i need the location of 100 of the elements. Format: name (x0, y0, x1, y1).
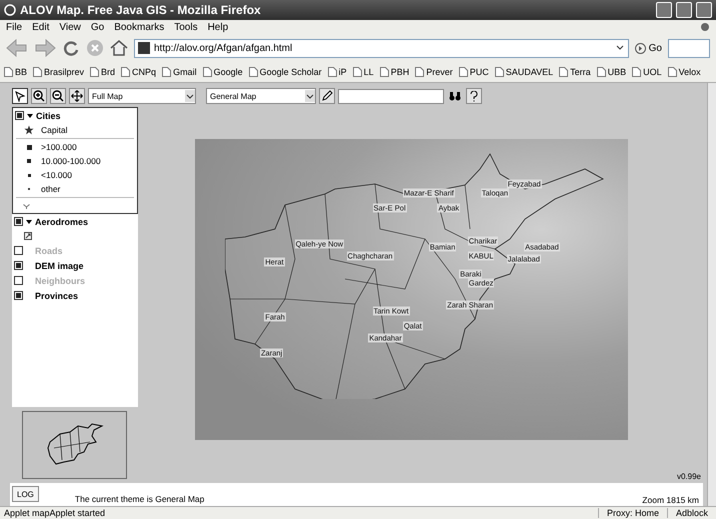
bookmark-item[interactable]: UBB (596, 67, 626, 77)
page-icon (202, 67, 212, 77)
layer-checkbox[interactable] (14, 291, 23, 300)
map-tool-button[interactable] (69, 88, 85, 104)
layer-checkbox[interactable] (15, 111, 24, 120)
search-field[interactable] (338, 88, 444, 104)
throbber-icon (700, 22, 710, 32)
page-icon (162, 67, 172, 77)
binoculars-icon (449, 91, 461, 101)
map-tool-button[interactable] (50, 88, 66, 104)
bookmark-item[interactable]: BB (4, 67, 28, 77)
star-icon (24, 125, 34, 135)
square-marker-icon (28, 174, 30, 176)
map-tool-button[interactable] (31, 88, 47, 104)
adblock-status[interactable]: Adblock (666, 508, 716, 518)
window-title: ALOV Map. Free Java GIS - Mozilla Firefox (20, 3, 262, 17)
menu-item[interactable]: Bookmarks (114, 22, 164, 32)
pan-icon (71, 90, 83, 102)
bookmark-item[interactable]: LL (352, 67, 374, 77)
square-marker-icon (27, 159, 31, 163)
bookmark-item[interactable]: Prever (415, 67, 453, 77)
bookmark-item[interactable]: Brd (90, 67, 116, 77)
address-field[interactable]: http://alov.org/Afgan/afgan.html (134, 38, 629, 58)
pencil-icon (321, 90, 333, 102)
menu-item[interactable]: Help (208, 22, 228, 32)
page-icon (458, 67, 468, 77)
home-icon[interactable] (110, 39, 128, 57)
menu-item[interactable]: Go (90, 22, 104, 32)
bookmark-item[interactable]: Google Scholar (248, 67, 322, 77)
page-icon (121, 67, 130, 77)
bookmark-item[interactable]: Brasilprev (33, 67, 84, 77)
question-mark-icon (470, 90, 478, 102)
extent-dropdown[interactable]: Full Map (88, 88, 196, 104)
close-button[interactable] (696, 2, 712, 18)
pointer-icon (14, 90, 26, 102)
page-icon (668, 67, 677, 77)
overview-map[interactable] (22, 411, 127, 479)
legend-label: >100.000 (41, 142, 77, 152)
log-button[interactable]: LOG (12, 486, 39, 502)
layer-checkbox[interactable] (14, 261, 23, 270)
page-icon (248, 67, 258, 77)
browser-logo-icon (4, 4, 16, 16)
minimize-button[interactable] (656, 2, 672, 18)
page-icon (596, 67, 606, 77)
edit-button[interactable] (319, 88, 335, 104)
theme-dropdown[interactable]: General Map (206, 88, 316, 104)
expanded-triangle-icon[interactable] (26, 218, 32, 224)
status-text: Applet mapApplet started (3, 508, 106, 518)
square-marker-icon (26, 144, 32, 150)
page-icon (352, 67, 362, 77)
dot-marker-icon (28, 188, 30, 190)
scrollbar[interactable] (707, 83, 716, 506)
bookmark-item[interactable]: iP (328, 67, 347, 77)
bookmark-item[interactable]: PUC (458, 67, 489, 77)
page-icon (380, 67, 389, 77)
bookmark-item[interactable]: PBH (380, 67, 410, 77)
zoom-out-icon (52, 90, 64, 102)
help-button[interactable] (466, 88, 482, 104)
layer-checkbox[interactable] (14, 246, 23, 255)
version-label: v0.99e (676, 472, 701, 481)
menu-item[interactable]: View (59, 22, 81, 32)
airport-icon (24, 232, 32, 240)
layer-name: Aerodromes (35, 216, 88, 226)
page-icon (4, 67, 13, 77)
bookmark-item[interactable]: CNPq (121, 67, 156, 77)
reload-icon[interactable] (62, 39, 80, 57)
layer-name: Neighbours (35, 276, 86, 286)
bookmark-item[interactable]: UOL (632, 67, 662, 77)
map-tool-button[interactable] (12, 88, 28, 104)
bookmark-item[interactable]: SAUDAVEL (494, 67, 554, 77)
bookmark-item[interactable]: Gmail (162, 67, 197, 77)
layer-checkbox[interactable] (14, 217, 23, 226)
page-icon (33, 67, 42, 77)
zoom-in-icon (33, 90, 45, 102)
site-icon (138, 42, 150, 54)
page-icon (494, 67, 504, 77)
zoom-scale-label: Zoom 1815 km (642, 495, 699, 505)
legend-label: other (41, 184, 60, 194)
search-field[interactable] (668, 38, 710, 58)
legend-label: Capital (41, 125, 68, 135)
layer-name: Provinces (35, 290, 78, 300)
go-button[interactable]: Go (634, 42, 662, 54)
menu-item[interactable]: Tools (174, 22, 198, 32)
layer-name: Cities (36, 110, 61, 120)
layer-checkbox[interactable] (14, 276, 23, 285)
page-icon (90, 67, 100, 77)
page-icon (415, 67, 424, 77)
bookmark-item[interactable]: Terra (559, 67, 591, 77)
page-icon (328, 67, 337, 77)
bookmark-item[interactable]: Velox (668, 67, 701, 77)
expanded-triangle-icon[interactable] (27, 112, 33, 118)
page-icon (632, 67, 642, 77)
chevron-down-icon[interactable] (23, 204, 30, 208)
menu-item[interactable]: File (6, 22, 22, 32)
page-icon (559, 67, 568, 77)
maximize-button[interactable] (676, 2, 692, 18)
proxy-status[interactable]: Proxy: Home (598, 508, 667, 518)
bookmark-item[interactable]: Google (202, 67, 243, 77)
layer-name: DEM image (35, 260, 84, 270)
menu-item[interactable]: Edit (32, 22, 50, 32)
